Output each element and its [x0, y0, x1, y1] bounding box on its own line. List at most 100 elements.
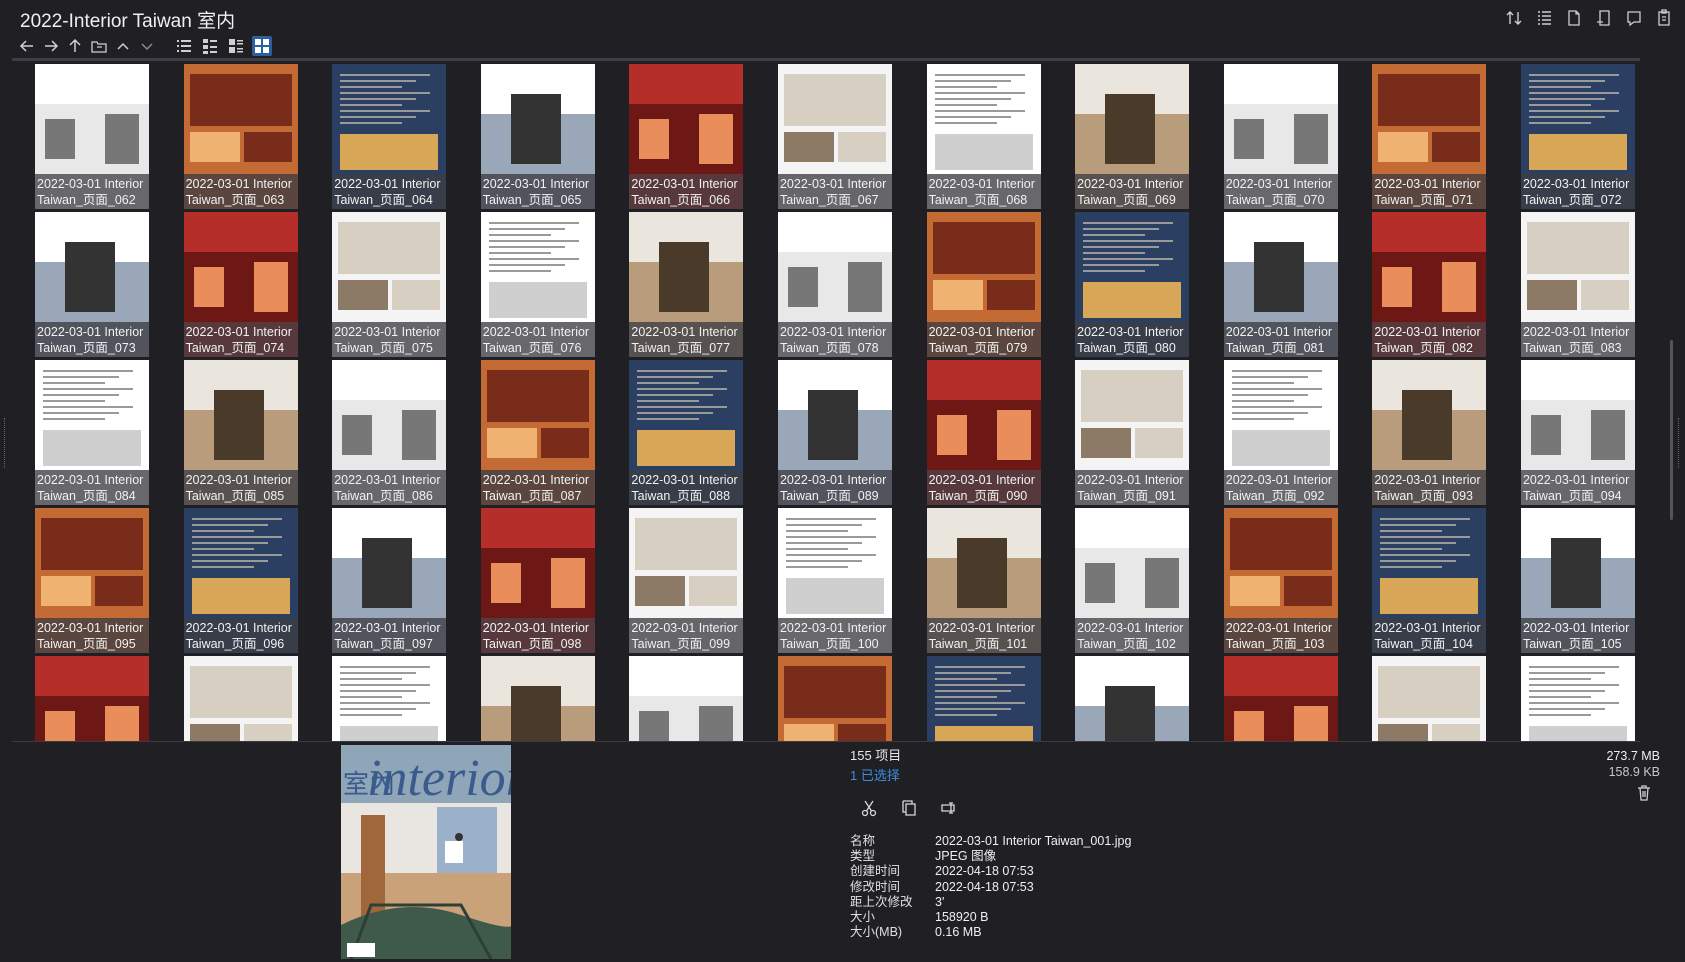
thumbnail-item[interactable]: 2022-03-01 Interior Taiwan_页面_066: [629, 64, 744, 209]
thumbnail-item[interactable]: 2022-03-01 Interior Taiwan_页面_063: [183, 64, 298, 209]
thumbnail-item[interactable]: 2022-03-01 Interior Taiwan_页面_096: [183, 508, 298, 653]
thumbnail-item[interactable]: 2022-03-01 Interior Taiwan_页面_097: [332, 508, 447, 653]
thumbnail-item[interactable]: 2022-03-01 Interior Taiwan_页面_077: [629, 212, 744, 357]
thumbnail-grid-area[interactable]: 2022-03-01 Interior Taiwan_页面_062 2022-03…: [12, 58, 1640, 742]
thumbnail-item[interactable]: [926, 656, 1041, 741]
thumbnail-item[interactable]: 2022-03-01 Interior Taiwan_页面_090: [926, 360, 1041, 505]
property-key: 类型: [850, 849, 876, 864]
property-value: 2022-04-18 07:53: [935, 879, 1034, 894]
right-resize-handle[interactable]: [1675, 418, 1679, 468]
thumbnail-item[interactable]: 2022-03-01 Interior Taiwan_页面_078: [777, 212, 892, 357]
property-row: 类型 JPEG 图像: [850, 849, 1270, 864]
rename-icon[interactable]: [940, 799, 958, 820]
thumbnail-item[interactable]: 2022-03-01 Interior Taiwan_页面_079: [926, 212, 1041, 357]
thumbnail-caption: 2022-03-01 Interior Taiwan_页面_081: [1223, 322, 1338, 357]
thumbnail-item[interactable]: 2022-03-01 Interior Taiwan_页面_084: [35, 360, 149, 505]
thumbnail-item[interactable]: 2022-03-01 Interior Taiwan_页面_095: [35, 508, 149, 653]
thumbnail-item[interactable]: 2022-03-01 Interior Taiwan_页面_070: [1223, 64, 1338, 209]
thumbnail-item[interactable]: 2022-03-01 Interior Taiwan_页面_093: [1372, 360, 1487, 505]
selected-file-preview: 室內 interior: [341, 745, 511, 959]
size-summary: 273.7 MB 158.9 KB: [1606, 748, 1660, 780]
chevron-up-icon[interactable]: [114, 37, 132, 55]
sort-icon[interactable]: [1505, 8, 1523, 28]
thumbnail-caption: 2022-03-01 Interior Taiwan_页面_067: [777, 174, 892, 209]
thumbnail-item[interactable]: 2022-03-01 Interior Taiwan_页面_068: [926, 64, 1041, 209]
property-value: 158920 B: [935, 909, 989, 924]
details-view-icon[interactable]: [200, 36, 220, 56]
forward-arrow-icon[interactable]: [42, 37, 60, 55]
thumbnail-caption: 2022-03-01 Interior Taiwan_页面_082: [1372, 322, 1487, 357]
thumbnail-item[interactable]: [1520, 656, 1635, 741]
thumbnail-item[interactable]: 2022-03-01 Interior Taiwan_页面_072: [1520, 64, 1635, 209]
thumbnail-item[interactable]: 2022-03-01 Interior Taiwan_页面_104: [1372, 508, 1487, 653]
property-row: 名称 2022-03-01 Interior Taiwan_001.jpg: [850, 834, 1270, 849]
thumbnail-item[interactable]: 2022-03-01 Interior Taiwan_页面_067: [777, 64, 892, 209]
thumbnail-item[interactable]: 2022-03-01 Interior Taiwan_页面_075: [332, 212, 447, 357]
thumbnail-item[interactable]: 2022-03-01 Interior Taiwan_页面_099: [629, 508, 744, 653]
thumbnail-item[interactable]: 2022-03-01 Interior Taiwan_页面_081: [1223, 212, 1338, 357]
trash-icon[interactable]: [1635, 784, 1653, 802]
thumbnail-item[interactable]: 2022-03-01 Interior Taiwan_页面_101: [926, 508, 1041, 653]
thumbnail-item[interactable]: 2022-03-01 Interior Taiwan_页面_094: [1520, 360, 1635, 505]
file-icon[interactable]: [1565, 8, 1583, 28]
cut-icon[interactable]: [860, 799, 878, 820]
thumbnail-item[interactable]: 2022-03-01 Interior Taiwan_页面_087: [480, 360, 595, 505]
thumbnail-item[interactable]: [777, 656, 892, 741]
thumbnail-item[interactable]: 2022-03-01 Interior Taiwan_页面_103: [1223, 508, 1338, 653]
folder-icon[interactable]: [90, 37, 108, 55]
thumbnail-item[interactable]: [629, 656, 744, 741]
copy-icon[interactable]: [900, 799, 918, 820]
tag-icon[interactable]: [1625, 8, 1643, 28]
thumbnail-item[interactable]: 2022-03-01 Interior Taiwan_页面_064: [332, 64, 447, 209]
navigation-bar: [18, 36, 272, 56]
thumbnail-caption: 2022-03-01 Interior Taiwan_页面_076: [480, 322, 595, 357]
thumbnail-caption: 2022-03-01 Interior Taiwan_页面_096: [183, 618, 298, 653]
thumbnail-item[interactable]: 2022-03-01 Interior Taiwan_页面_074: [183, 212, 298, 357]
up-arrow-icon[interactable]: [66, 37, 84, 55]
file-properties: 名称 2022-03-01 Interior Taiwan_001.jpg 类型 JP…: [850, 834, 1270, 940]
thumbnail-item[interactable]: 2022-03-01 Interior Taiwan_页面_085: [183, 360, 298, 505]
thumbnail-item[interactable]: 2022-03-01 Interior Taiwan_页面_091: [1075, 360, 1190, 505]
thumbnail-caption: 2022-03-01 Interior Taiwan_页面_078: [777, 322, 892, 357]
thumbnail-item[interactable]: 2022-03-01 Interior Taiwan_页面_065: [480, 64, 595, 209]
info-panel: 155 项目 1 已选择 名称 2022-03-01 Interior Taiwa…: [850, 745, 1270, 940]
thumbnail-item[interactable]: 2022-03-01 Interior Taiwan_页面_105: [1520, 508, 1635, 653]
thumbnail-item[interactable]: [1075, 656, 1190, 741]
thumbnail-item[interactable]: [332, 656, 447, 741]
thumbnail-item[interactable]: 2022-03-01 Interior Taiwan_页面_071: [1372, 64, 1487, 209]
thumbnail-item[interactable]: 2022-03-01 Interior Taiwan_页面_069: [1075, 64, 1190, 209]
chevron-down-icon[interactable]: [138, 37, 156, 55]
thumbnail-item[interactable]: 2022-03-01 Interior Taiwan_页面_102: [1075, 508, 1190, 653]
selected-count[interactable]: 1 已选择: [850, 765, 1270, 784]
thumbnail-item[interactable]: [480, 656, 595, 741]
thumbnail-item[interactable]: 2022-03-01 Interior Taiwan_页面_062: [35, 64, 149, 209]
thumbnail-item[interactable]: [35, 656, 149, 741]
tiles-view-icon[interactable]: [226, 36, 246, 56]
preview-brand-text: interior: [367, 750, 511, 807]
thumbnail-caption: 2022-03-01 Interior Taiwan_页面_073: [35, 322, 149, 357]
thumbnail-item[interactable]: 2022-03-01 Interior Taiwan_页面_073: [35, 212, 149, 357]
thumbnail-item[interactable]: 2022-03-01 Interior Taiwan_页面_092: [1223, 360, 1338, 505]
back-arrow-icon[interactable]: [18, 37, 36, 55]
new-file-icon[interactable]: [1595, 8, 1613, 28]
thumbnail-view-icon[interactable]: [252, 36, 272, 56]
vertical-scrollbar[interactable]: [1670, 340, 1673, 520]
detail-list-icon[interactable]: [1535, 8, 1553, 28]
thumbnail-item[interactable]: [1372, 656, 1487, 741]
window-title: 2022-Interior Taiwan 室内: [20, 11, 236, 32]
property-key: 创建时间: [850, 864, 901, 879]
thumbnail-item[interactable]: [1223, 656, 1338, 741]
thumbnail-item[interactable]: 2022-03-01 Interior Taiwan_页面_083: [1520, 212, 1635, 357]
thumbnail-item[interactable]: 2022-03-01 Interior Taiwan_页面_098: [480, 508, 595, 653]
thumbnail-item[interactable]: 2022-03-01 Interior Taiwan_页面_082: [1372, 212, 1487, 357]
thumbnail-item[interactable]: 2022-03-01 Interior Taiwan_页面_086: [332, 360, 447, 505]
thumbnail-item[interactable]: 2022-03-01 Interior Taiwan_页面_100: [777, 508, 892, 653]
thumbnail-item[interactable]: 2022-03-01 Interior Taiwan_页面_088: [629, 360, 744, 505]
thumbnail-item[interactable]: 2022-03-01 Interior Taiwan_页面_080: [1075, 212, 1190, 357]
thumbnail-item[interactable]: [183, 656, 298, 741]
thumbnail-item[interactable]: 2022-03-01 Interior Taiwan_页面_089: [777, 360, 892, 505]
thumbnail-item[interactable]: 2022-03-01 Interior Taiwan_页面_076: [480, 212, 595, 357]
left-resize-handle[interactable]: [4, 418, 8, 468]
paste-icon[interactable]: [1655, 8, 1673, 28]
list-view-icon[interactable]: [174, 36, 194, 56]
